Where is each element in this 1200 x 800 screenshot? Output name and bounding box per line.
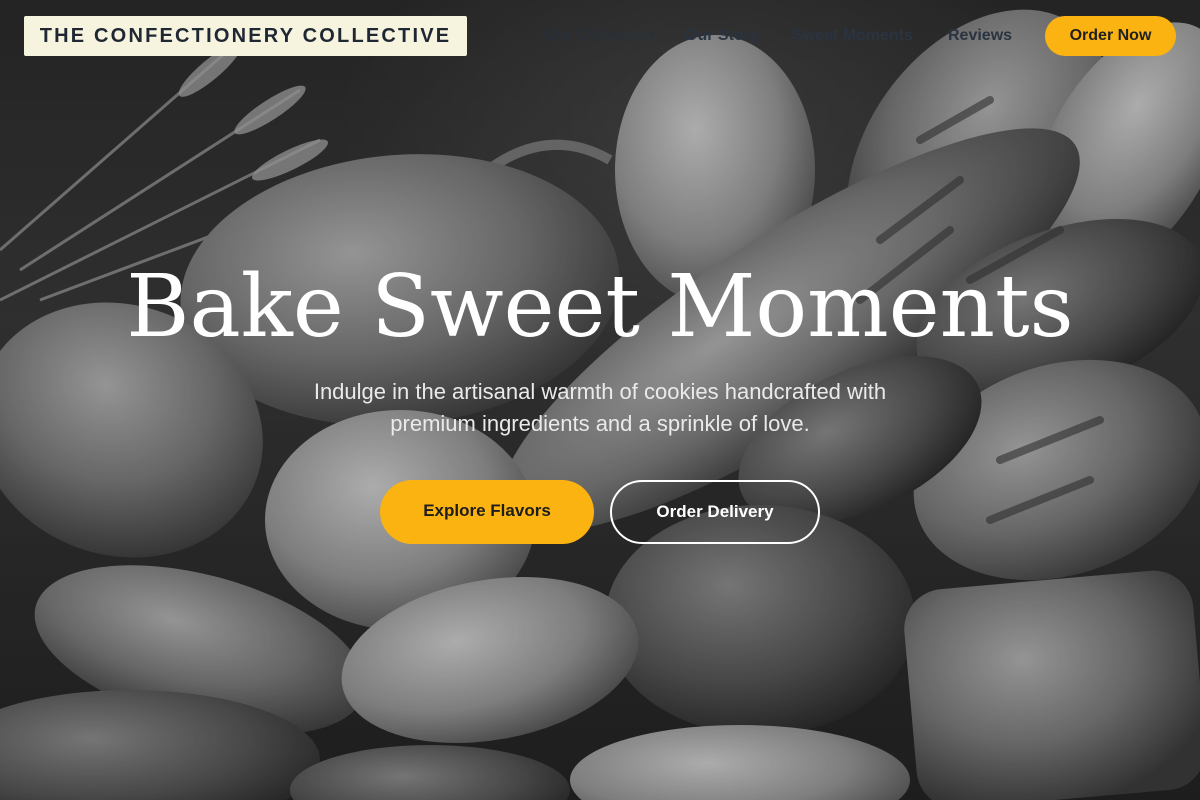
nav-link-our-story[interactable]: Our Story	[685, 24, 759, 48]
nav-link-our-collection[interactable]: Our Collection	[544, 24, 654, 48]
hero-subtext: Indulge in the artisanal warmth of cooki…	[250, 376, 950, 440]
nav-link-sweet-moments[interactable]: Sweet Moments	[792, 24, 913, 48]
site-logo[interactable]: THE CONFECTIONERY COLLECTIVE	[24, 16, 467, 56]
explore-flavors-button[interactable]: Explore Flavors	[380, 480, 594, 544]
hero-subtext-line-2: premium ingredients and a sprinkle of lo…	[390, 411, 810, 436]
hero-headline: Bake Sweet Moments	[126, 257, 1074, 357]
nav-link-reviews[interactable]: Reviews	[948, 24, 1012, 48]
order-now-button[interactable]: Order Now	[1045, 16, 1176, 56]
hero-subtext-line-1: Indulge in the artisanal warmth of cooki…	[313, 379, 887, 404]
order-delivery-button[interactable]: Order Delivery	[610, 480, 820, 544]
hero-section: THE CONFECTIONERY COLLECTIVE Our Collect…	[0, 0, 1200, 800]
